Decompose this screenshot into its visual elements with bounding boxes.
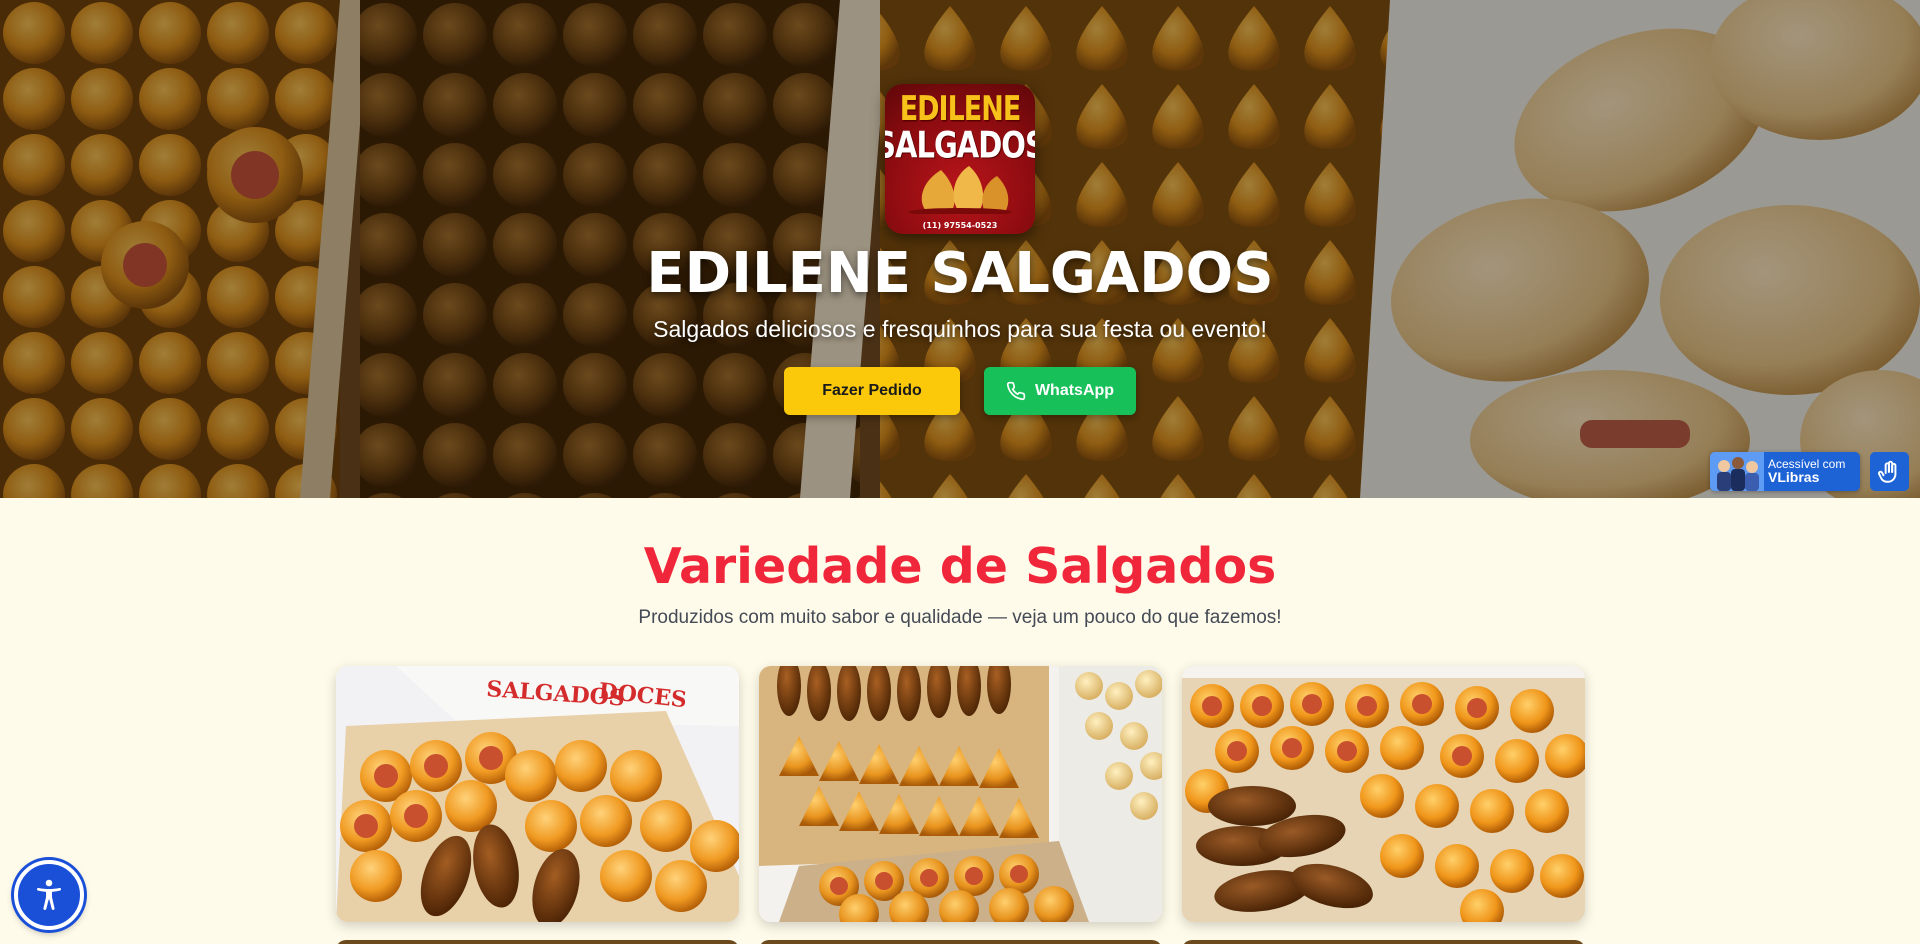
- hero-section: EDILENE SALGADOS (11) 97554-0523 EDILENE…: [0, 0, 1920, 498]
- section-title: Variedade de Salgados: [643, 538, 1277, 595]
- gallery-card[interactable]: [1182, 940, 1585, 944]
- logo-text-edilene: EDILENE: [899, 90, 1022, 129]
- phone-icon: [1006, 382, 1026, 401]
- sign-language-hand-icon: [1877, 460, 1896, 483]
- salgados-photo: SALGADOS DOCES: [336, 666, 739, 922]
- hero-title: EDILENE SALGADOS: [646, 241, 1274, 306]
- gallery-card[interactable]: [1182, 666, 1585, 922]
- vlibras-brand-text: VLibras: [1768, 469, 1820, 486]
- vlibras-avatars-image: [1710, 452, 1764, 491]
- logo-phone-number: (11) 97554-0523: [922, 221, 998, 230]
- gallery-card[interactable]: [759, 940, 1162, 944]
- logo-text-salgados: SALGADOS: [885, 123, 1035, 167]
- section-subtitle: Produzidos com muito sabor e qualidade —…: [638, 606, 1282, 628]
- accessibility-person-icon: [37, 879, 61, 910]
- vlibras-text: Acessível com VLibras: [1764, 458, 1845, 485]
- salgados-photo: [759, 666, 1162, 922]
- logo-coxinhas-image: [908, 166, 1012, 214]
- hero-content: EDILENE SALGADOS (11) 97554-0523 EDILENE…: [0, 0, 1920, 498]
- salgados-photo: [1182, 666, 1585, 922]
- order-button[interactable]: Fazer Pedido: [784, 367, 960, 416]
- vlibras-badge[interactable]: Acessível com VLibras: [1710, 452, 1860, 491]
- brand-logo: EDILENE SALGADOS (11) 97554-0523: [885, 84, 1035, 234]
- vlibras-toggle-button[interactable]: [1870, 452, 1909, 491]
- gallery-card[interactable]: SALGADOS DOCES: [336, 666, 739, 922]
- gallery: SALGADOS DOCES: [336, 666, 1585, 922]
- whatsapp-button[interactable]: WhatsApp: [984, 367, 1136, 416]
- gallery-next-row: [336, 940, 1585, 944]
- hero-buttons: Fazer Pedido WhatsApp: [784, 367, 1136, 416]
- whatsapp-button-label: WhatsApp: [1034, 382, 1115, 400]
- accessibility-button[interactable]: [14, 860, 84, 930]
- gallery-card[interactable]: [336, 940, 739, 944]
- gallery-card[interactable]: [759, 666, 1162, 922]
- hero-subtitle: Salgados deliciosos e fresquinhos para s…: [653, 316, 1267, 343]
